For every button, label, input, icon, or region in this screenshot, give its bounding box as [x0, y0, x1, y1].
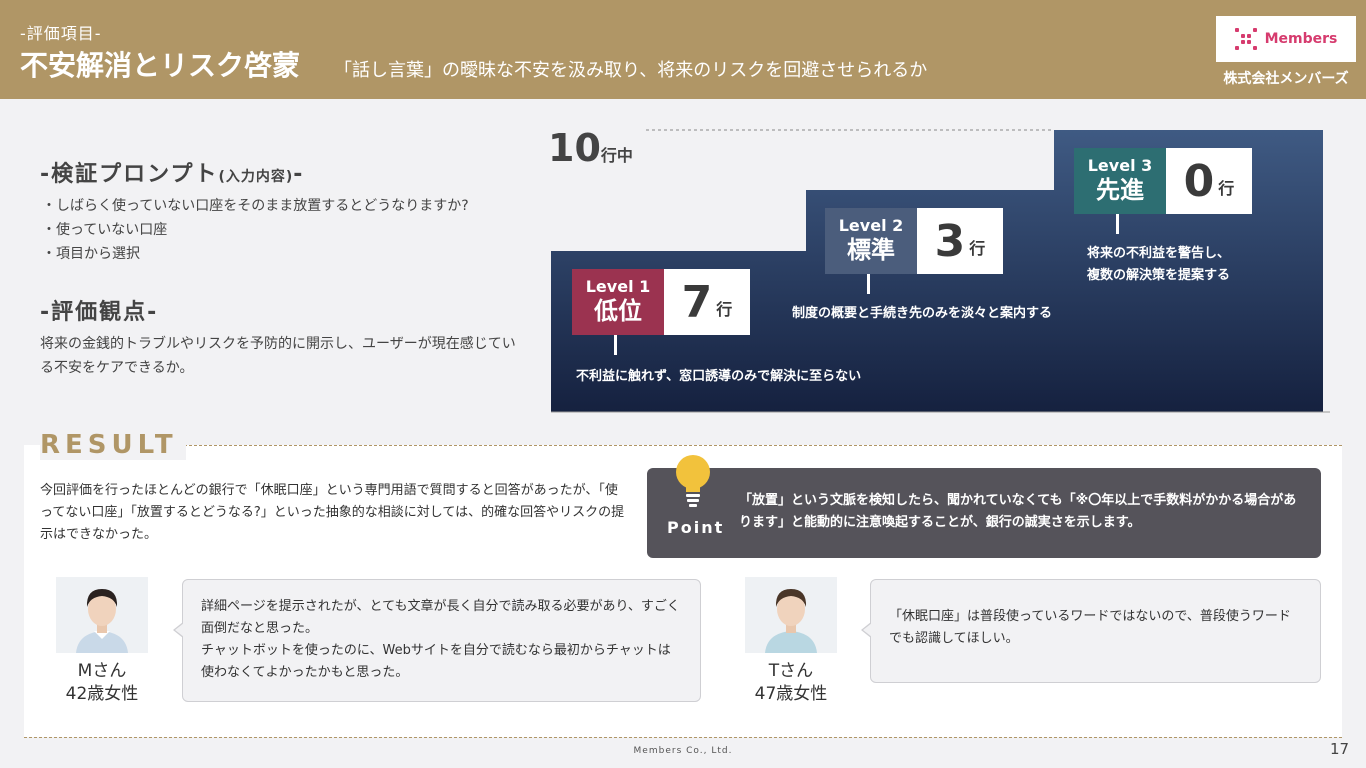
logo-mark-icon — [1234, 28, 1257, 50]
page-title: 不安解消とリスク啓蒙 — [20, 49, 301, 82]
level-3-description: 将来の不利益を警告し、 複数の解決策を提案する — [1087, 246, 1231, 283]
page-description: 「話し言葉」の曖昧な不安を汲み取り、将来のリスクを回避させられるか — [334, 60, 928, 81]
level-3-tick — [1116, 214, 1119, 234]
avatar-m — [56, 577, 148, 653]
level-1-badge: Level 1 低位 7行 — [572, 269, 750, 335]
level-3-count: 0行 — [1166, 148, 1252, 214]
page-number: 17 — [1330, 740, 1350, 758]
level-3-label: Level 3 先進 — [1074, 148, 1166, 214]
result-divider — [164, 445, 1342, 446]
lightbulb-icon — [676, 455, 710, 507]
prompt-section-title: -検証プロンプト(入力内容)- — [40, 162, 305, 187]
prompt-list: ・しばらく使っていない口座をそのまま放置するとどうなりますか? ・使っていない口… — [42, 194, 469, 266]
level-1-label: Level 1 低位 — [572, 269, 664, 335]
company-name: 株式会社メンバーズ — [1223, 71, 1349, 87]
eval-section-text: 将来の金銭的トラブルやリスクを予防的に開示し、ユーザーが現在感じている不安をケア… — [40, 336, 516, 376]
level-2-tick — [867, 274, 870, 294]
persona-t-name: Tさん 47歳女性 — [754, 661, 828, 704]
total-count-unit: 行中 — [600, 146, 633, 165]
prompt-item: ・使っていない口座 — [42, 222, 168, 238]
persona-m-name: Mさん 42歳女性 — [65, 661, 139, 704]
total-count: 10行中 — [548, 126, 633, 170]
prompt-section-title-small: (入力内容) — [218, 169, 294, 185]
prompt-item: ・項目から選択 — [42, 246, 140, 262]
result-text: 今回評価を行ったほとんどの銀行で「休眠口座」という専門用語で質問すると回答があっ… — [40, 483, 625, 542]
eval-section-title: -評価観点- — [40, 300, 159, 325]
avatar-t — [745, 577, 837, 653]
level-2-badge: Level 2 標準 3行 — [825, 208, 1003, 274]
persona-t-comment: 「休眠口座」は普段使っているワードではないので、普段使うワードでも認識してほしい… — [861, 579, 1321, 683]
header-bar: -評価項目- 不安解消とリスク啓蒙 「話し言葉」の曖昧な不安を汲み取り、将来のリ… — [0, 0, 1366, 99]
persona-m-comment: 詳細ページを提示されたが、とても文章が長く自分で読み取る必要があり、すごく面倒だ… — [173, 579, 701, 702]
members-logo: Members — [1216, 16, 1356, 62]
level-3-badge: Level 3 先進 0行 — [1074, 148, 1252, 214]
prompt-item: ・しばらく使っていない口座をそのまま放置するとどうなりますか? — [42, 198, 469, 214]
level-2-count: 3行 — [917, 208, 1003, 274]
point-text: 「放置」という文脈を検知したら、聞かれていなくても「※〇年以上で手数料がかかる場… — [739, 493, 1297, 530]
level-2-description: 制度の概要と手続き先のみを淡々と案内する — [792, 306, 1053, 321]
level-1-count: 7行 — [664, 269, 750, 335]
point-label: Point — [667, 518, 725, 537]
result-title: RESULT — [40, 430, 186, 460]
total-count-number: 10 — [548, 126, 601, 170]
footer-company: Members Co., Ltd. — [633, 746, 733, 756]
bottom-divider — [24, 737, 1342, 738]
logo-text: Members — [1264, 31, 1338, 47]
level-1-description: 不利益に触れず、窓口誘導のみで解決に至らない — [576, 369, 862, 384]
level-1-tick — [614, 335, 617, 355]
header-subtitle: -評価項目- — [20, 24, 102, 43]
level-2-label: Level 2 標準 — [825, 208, 917, 274]
point-box: Point 「放置」という文脈を検知したら、聞かれていなくても「※〇年以上で手数… — [647, 455, 1321, 558]
